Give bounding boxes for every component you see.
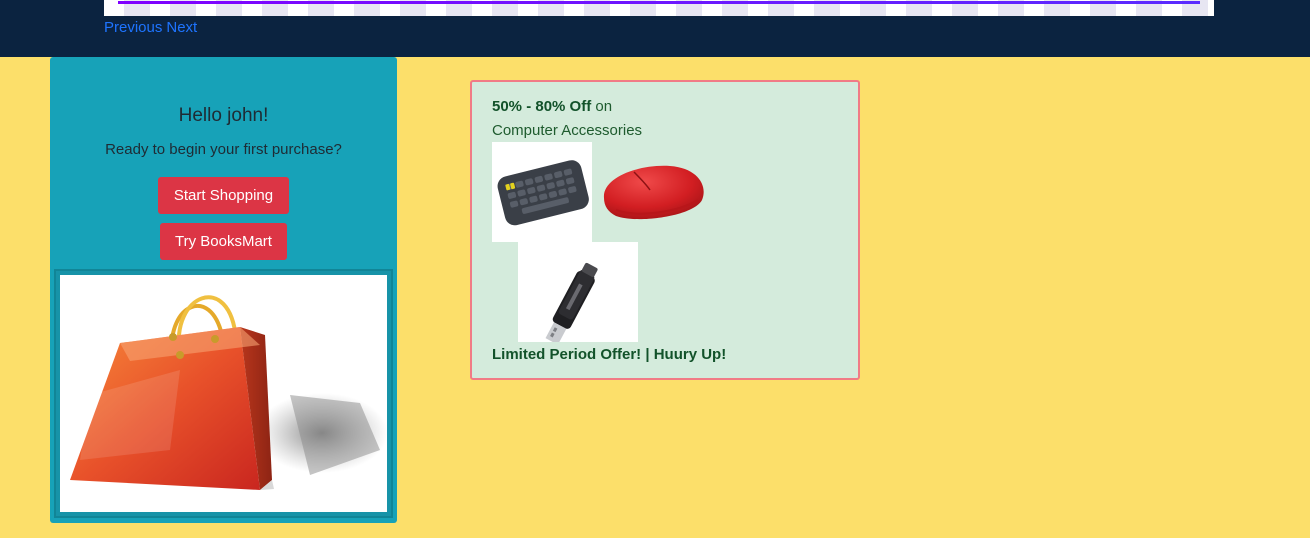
shopping-bag-frame bbox=[54, 269, 393, 518]
keyboard-image bbox=[492, 142, 592, 242]
start-shopping-button[interactable]: Start Shopping bbox=[158, 177, 289, 214]
shopping-bag-icon bbox=[70, 295, 388, 490]
header-band: Previous Next bbox=[0, 0, 1310, 57]
carousel-next-link[interactable]: Next bbox=[166, 19, 197, 39]
welcome-card: Hello john! Ready to begin your first pu… bbox=[50, 57, 397, 523]
offer-discount: 50% - 80% Off bbox=[492, 98, 592, 115]
carousel-slide bbox=[104, 0, 1214, 16]
offer-on-text: on bbox=[595, 98, 613, 115]
carousel-nav: Previous Next bbox=[104, 19, 197, 39]
shopping-bag-image bbox=[60, 275, 388, 512]
offer-headline: 50% - 80% Off on bbox=[492, 98, 612, 115]
offer-footer: Limited Period Offer! | Huury Up! bbox=[492, 346, 727, 363]
offer-category: Computer Accessories bbox=[492, 122, 643, 139]
carousel-previous-link[interactable]: Previous bbox=[104, 19, 162, 39]
offer-card[interactable]: 50% - 80% Off on Computer Accessories Li… bbox=[470, 80, 860, 380]
usb-drive-image bbox=[518, 242, 638, 345]
carousel-indicator-bar bbox=[118, 1, 1200, 4]
welcome-subtitle: Ready to begin your first purchase? bbox=[105, 141, 342, 158]
welcome-title: Hello john! bbox=[178, 105, 269, 126]
mouse-image bbox=[598, 160, 708, 224]
usb-drive-icon bbox=[545, 262, 598, 345]
try-booksmart-button[interactable]: Try BooksMart bbox=[160, 223, 287, 260]
mouse-icon bbox=[603, 165, 704, 220]
keyboard-icon bbox=[497, 160, 589, 226]
